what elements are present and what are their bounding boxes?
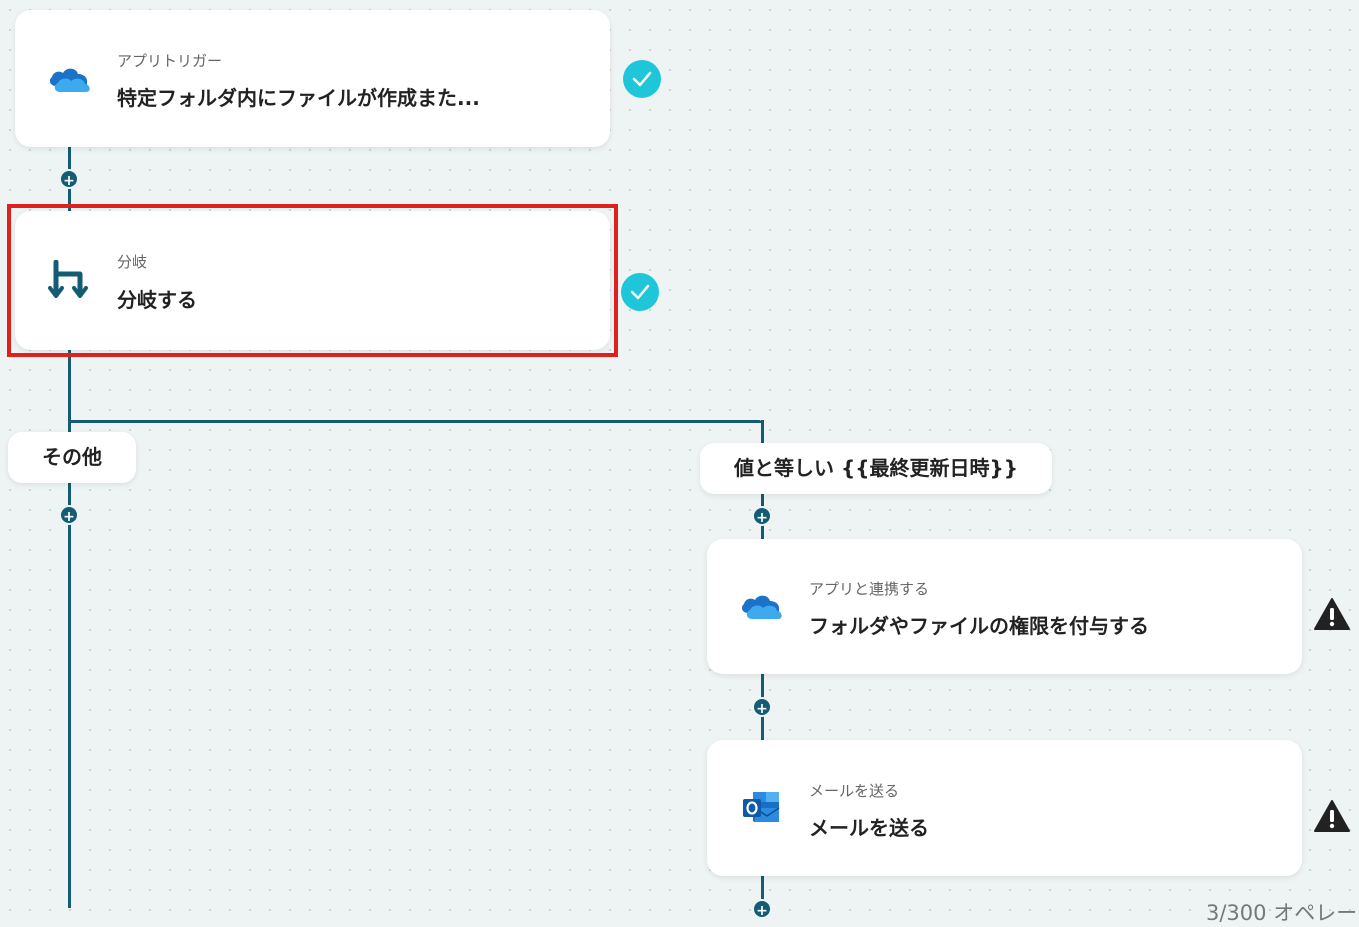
card-title: メールを送る xyxy=(809,816,929,840)
flow-canvas: + + + + + アプリトリガー 特定フォルダ内にファイルが作成また... 分… xyxy=(0,0,1359,925)
add-step-button[interactable]: + xyxy=(59,505,79,525)
card-title: フォルダやファイルの権限を付与する xyxy=(809,614,1149,638)
permission-step-card[interactable]: アプリと連携する フォルダやファイルの権限を付与する xyxy=(707,539,1302,674)
add-step-button[interactable]: + xyxy=(752,697,772,717)
onedrive-icon xyxy=(46,64,92,98)
outlook-icon xyxy=(741,790,781,830)
connector-line xyxy=(68,420,762,423)
add-step-button[interactable]: + xyxy=(752,506,772,526)
branch-label-other[interactable]: その他 xyxy=(8,432,136,483)
mail-step-card[interactable]: メールを送る メールを送る xyxy=(707,740,1302,876)
branch-label-condition[interactable]: 値と等しい {{最終更新日時}} xyxy=(700,443,1052,494)
highlight-box xyxy=(7,204,618,357)
operation-counter: 3/300 オペレー xyxy=(1206,901,1358,925)
onedrive-icon xyxy=(738,591,784,625)
card-title: 特定フォルダ内にファイルが作成また... xyxy=(117,86,480,110)
add-step-button[interactable]: + xyxy=(59,169,79,189)
check-icon xyxy=(621,273,659,311)
trigger-card[interactable]: アプリトリガー 特定フォルダ内にファイルが作成また... xyxy=(15,10,610,147)
add-step-button[interactable]: + xyxy=(752,899,772,919)
card-subtitle: アプリと連携する xyxy=(809,580,930,598)
card-subtitle: アプリトリガー xyxy=(117,52,223,70)
check-icon xyxy=(623,60,661,98)
card-subtitle: メールを送る xyxy=(809,782,900,800)
warning-icon xyxy=(1313,799,1351,837)
warning-icon xyxy=(1313,597,1351,635)
